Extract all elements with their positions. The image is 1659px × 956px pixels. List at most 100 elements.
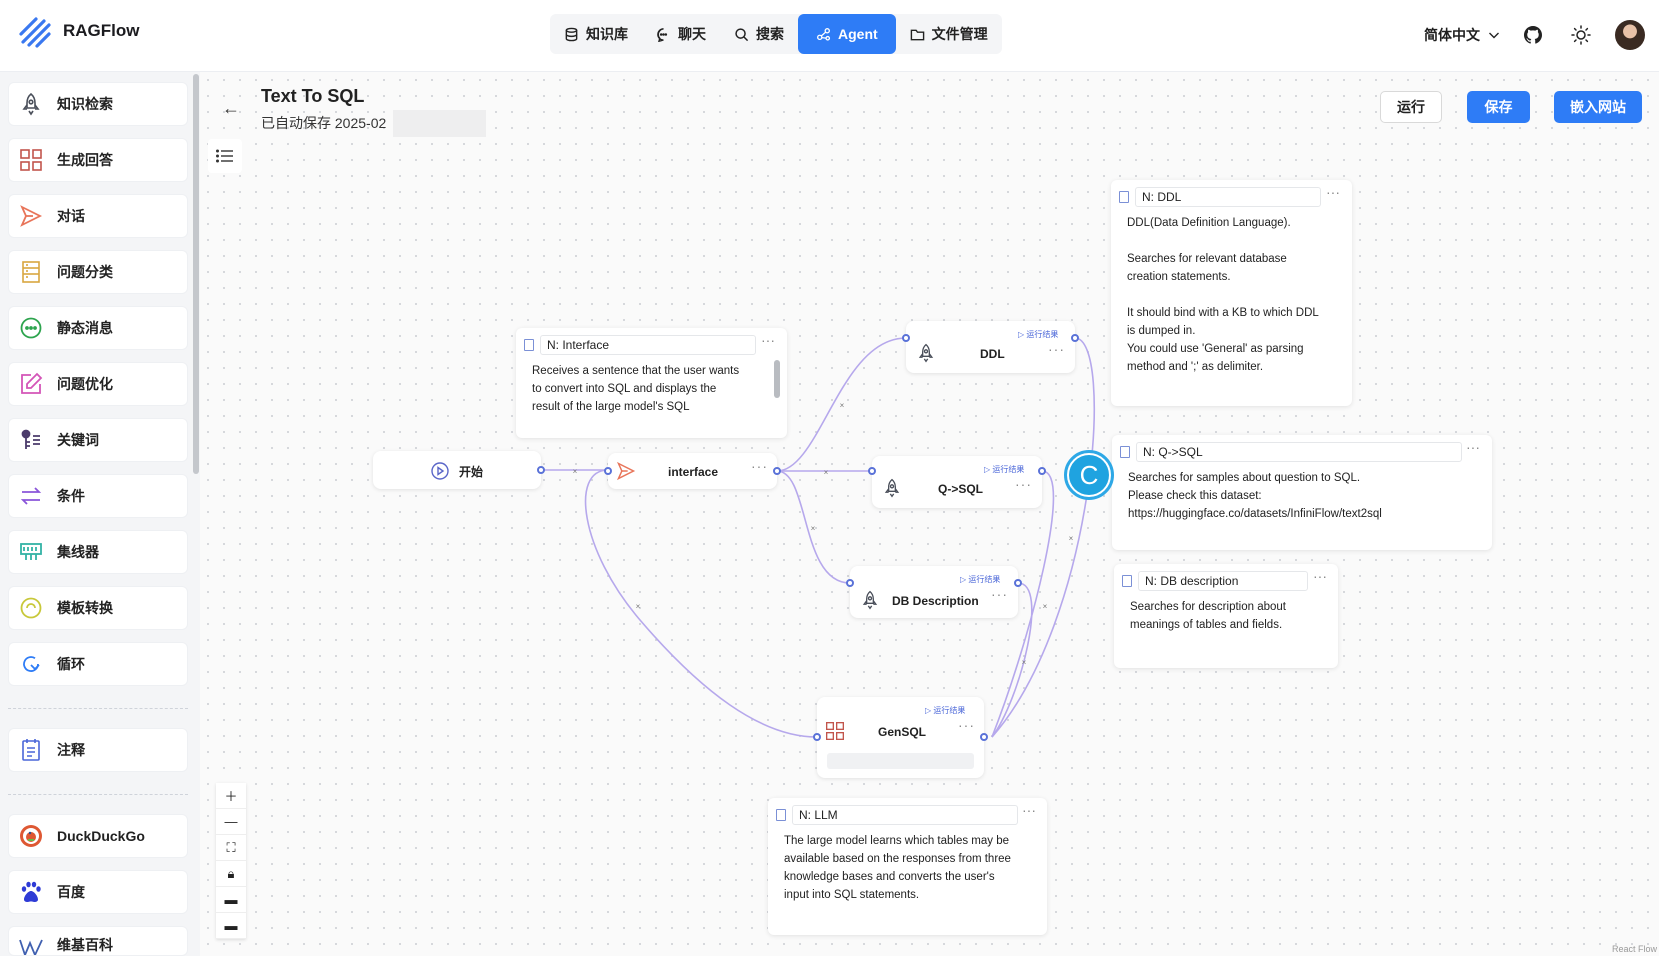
note-name-field[interactable]: N: LLM [792,805,1018,825]
more-icon[interactable]: ··· [1466,439,1480,455]
input-handle[interactable] [813,733,821,741]
output-handle[interactable] [537,466,545,474]
node-qsql[interactable]: ▷ 运行结果 Q->SQL ··· [868,456,1046,508]
sidebar-item-generate[interactable]: 生成回答 [8,138,188,182]
sidebar-item-categorize[interactable]: 问题分类 [8,250,188,294]
run-result-link[interactable]: ▷ 运行结果 [1018,329,1058,340]
sidebar-item-keyword[interactable]: 关键词 [8,418,188,462]
nav-item-file-management[interactable]: 文件管理 [896,14,1002,54]
generate-icon [20,149,42,171]
more-icon[interactable]: ··· [1015,476,1032,492]
sidebar-item-label: 关键词 [57,432,99,448]
note-llm[interactable]: N: LLM ··· The large model learns which … [768,798,1047,935]
sidebar-item-switch[interactable]: 条件 [8,474,188,518]
nav-item-label: 文件管理 [931,26,988,42]
save-button[interactable]: 保存 [1467,91,1530,123]
sidebar-item-label: 百度 [57,884,85,900]
language-selector[interactable]: 简体中文 [1424,25,1500,45]
note-body[interactable]: Searches for description about meanings … [1130,598,1286,634]
sidebar-item-label: 模板转换 [57,600,113,616]
more-icon[interactable]: ··· [761,332,775,348]
more-icon[interactable]: ··· [991,586,1008,602]
more-icon[interactable]: ··· [751,458,768,474]
list-icon[interactable] [208,139,242,173]
node-label: interface [668,465,719,479]
github-icon[interactable] [1524,26,1542,44]
sidebar-item-baidu[interactable]: 百度 [8,870,188,914]
assistant-bubble[interactable]: C [1064,450,1114,500]
zoom-out-icon[interactable]: — [216,809,246,835]
run-button[interactable]: 运行 [1380,91,1442,123]
note-interface[interactable]: N: Interface ··· Receives a sentence tha… [516,328,787,438]
note-icon [22,739,40,761]
sidebar-item-wikipedia[interactable]: 维基百科 [8,926,188,956]
folder-icon[interactable]: ▬ [216,913,246,939]
keyword-icon [21,429,40,449]
app-name[interactable]: RAGFlow [63,21,140,41]
ragflow-logo-icon[interactable] [18,14,52,48]
sidebar-item-message[interactable]: 静态消息 [8,306,188,350]
input-handle[interactable] [868,467,876,475]
sidebar-item-note[interactable]: 注释 [8,728,188,772]
note-name-field[interactable]: N: DDL [1135,187,1321,207]
input-handle[interactable] [846,579,854,587]
note-name-field[interactable]: N: Q->SQL [1136,442,1462,462]
note-name-field[interactable]: N: DB description [1138,571,1308,591]
node-db-description[interactable]: ▷ 运行结果 DB Description ··· [846,566,1022,618]
more-icon[interactable]: ··· [1048,341,1065,357]
output-handle[interactable] [1014,579,1022,587]
user-avatar[interactable] [1615,20,1645,50]
run-result-link[interactable]: ▷ 运行结果 [925,705,965,716]
sun-icon[interactable] [1571,25,1591,45]
note-body[interactable]: The large model learns which tables may … [784,832,1011,904]
run-result-link[interactable]: ▷ 运行结果 [984,464,1024,475]
nav-item-agent[interactable]: Agent [798,14,896,54]
back-arrow-icon[interactable]: ← [222,98,240,119]
note-name-field[interactable]: N: Interface [540,335,756,355]
run-result-label: 运行结果 [992,465,1025,474]
nav-item-search[interactable]: 搜索 [720,14,798,54]
sidebar-item-rewrite[interactable]: 问题优化 [8,362,188,406]
output-handle[interactable] [1071,334,1079,342]
output-handle[interactable] [773,467,781,475]
node-ddl[interactable]: ▷ 运行结果 DDL ··· [902,321,1079,373]
fit-view-icon[interactable]: ⛶ [216,835,246,861]
node-gensql[interactable]: ▷ 运行结果 GenSQL ··· [813,697,988,778]
lock-icon[interactable]: 🔒︎ [216,861,246,887]
more-icon[interactable]: ··· [1022,802,1036,818]
input-handle[interactable] [902,334,910,342]
output-handle[interactable] [980,733,988,741]
more-icon[interactable]: ··· [1313,568,1327,584]
node-interface[interactable]: interface ··· [604,453,781,489]
sidebar-item-dialog[interactable]: 对话 [8,194,188,238]
run-result-label: 运行结果 [1026,330,1059,339]
node-begin[interactable]: 开始 [373,451,545,489]
sidebar-item-retrieval[interactable]: 知识检索 [8,82,188,126]
react-flow-attribution[interactable]: React Flow [1612,944,1657,954]
note-ddl[interactable]: N: DDL ··· DDL(Data Definition Language)… [1111,180,1352,406]
note-qsql[interactable]: N: Q->SQL ··· Searches for samples about… [1112,435,1492,550]
sidebar-item-concentrator[interactable]: 集线器 [8,530,188,574]
sidebar-item-loop[interactable]: 循环 [8,642,188,686]
note-body[interactable]: DDL(Data Definition Language). Searches … [1127,214,1319,376]
run-result-link[interactable]: ▷ 运行结果 [960,574,1000,585]
note-scrollbar[interactable] [774,360,780,398]
sidebar-item-duckduckgo[interactable]: DuckDuckGo [8,814,188,858]
search-icon [735,27,749,41]
folder-icon[interactable]: ▬ [216,887,246,913]
note-body[interactable]: Receives a sentence that the user wants … [532,362,739,416]
more-icon[interactable]: ··· [1326,184,1340,200]
embed-website-button[interactable]: 嵌入网站 [1554,91,1642,123]
zoom-in-icon[interactable]: ＋ [216,783,246,809]
nav-item-knowledge-base[interactable]: 知识库 [550,14,642,54]
sidebar-item-template[interactable]: 模板转换 [8,586,188,630]
node-label: DB Description [892,594,979,608]
output-handle[interactable] [1038,467,1046,475]
sidebar-item-label: 静态消息 [57,320,113,336]
more-icon[interactable]: ··· [958,717,975,733]
sidebar-scrollbar[interactable] [193,74,199,474]
nav-item-chat[interactable]: 聊天 [642,14,720,54]
note-body[interactable]: Searches for samples about question to S… [1128,469,1382,523]
input-handle[interactable] [604,467,612,475]
note-db-description[interactable]: N: DB description ··· Searches for descr… [1114,564,1338,668]
